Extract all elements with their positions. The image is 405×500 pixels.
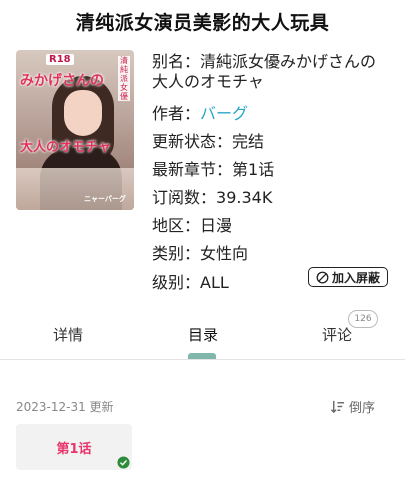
author-label: 作者： <box>152 104 201 123</box>
update-date: 2023-12-31 更新 <box>16 400 114 414</box>
alias-label: 别名： <box>152 52 201 71</box>
sort-descending-icon <box>330 400 345 414</box>
cover-vertical-text: 清純派女優 <box>118 56 130 101</box>
block-button[interactable]: 加入屏蔽 <box>308 267 388 287</box>
latest-chapter-row: 最新章节：第1话 <box>152 156 274 180</box>
latest-chapter-value: 第1话 <box>232 160 275 179</box>
category-label: 类别： <box>152 244 201 263</box>
page-title: 清纯派女演员美影的大人玩具 <box>75 12 330 34</box>
latest-chapter-label: 最新章节： <box>152 160 233 179</box>
status-label: 更新状态： <box>152 132 233 151</box>
tab-comments[interactable]: 评论 <box>322 324 352 345</box>
chapter-label: 第1话 <box>56 441 92 457</box>
tab-divider <box>0 359 405 360</box>
cover-r18-badge: R18 <box>46 54 74 65</box>
region-value: 日漫 <box>200 216 233 235</box>
tab-catalog[interactable]: 目录 <box>188 324 218 345</box>
rating-value: ALL <box>200 273 229 292</box>
read-check-icon <box>117 456 130 469</box>
cover-author-mark: ニャーパーグ <box>84 195 126 203</box>
subscriptions-label: 订阅数： <box>152 188 217 207</box>
cover-title-line2: 大人のオモチャ <box>20 140 111 155</box>
status-value: 完结 <box>232 132 265 151</box>
comment-count-badge: 126 <box>348 310 378 328</box>
category-value: 女性向 <box>200 244 249 263</box>
sort-toggle[interactable]: 倒序 <box>330 397 375 416</box>
category-row: 类别：女性向 <box>152 240 248 264</box>
sort-label: 倒序 <box>349 401 376 416</box>
cover-title-line1: みかげさんの <box>20 73 104 89</box>
subscriptions-value: 39.34K <box>216 188 273 207</box>
author-row: 作者：バーグ <box>152 100 248 124</box>
block-icon <box>316 271 329 283</box>
author-link[interactable]: バーグ <box>200 104 248 123</box>
rating-label: 级别： <box>152 273 201 292</box>
active-tab-indicator <box>188 353 216 359</box>
cover-figure-face <box>64 90 102 136</box>
subscriptions-row: 订阅数：39.34K <box>152 184 272 208</box>
region-row: 地区：日漫 <box>152 212 232 236</box>
region-label: 地区： <box>152 216 201 235</box>
rating-row: 级别：ALL <box>152 269 229 293</box>
tab-details[interactable]: 详情 <box>53 324 83 345</box>
status-row: 更新状态：完结 <box>152 128 264 152</box>
block-button-label: 加入屏蔽 <box>331 270 380 285</box>
alias-row: 别名：清純派女優みかげさんの大人のオモチャ <box>152 52 380 92</box>
comic-cover-image[interactable]: R18 清純派女優 みかげさんの 大人のオモチャ ニャーパーグ <box>16 50 134 210</box>
chapter-item[interactable]: 第1话 <box>16 424 132 470</box>
